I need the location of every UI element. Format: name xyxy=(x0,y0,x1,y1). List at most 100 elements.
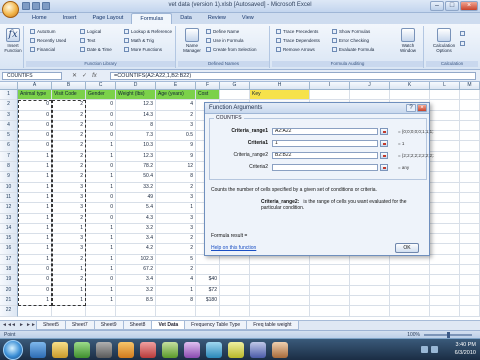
cell[interactable] xyxy=(18,306,52,317)
cell[interactable]: 1 xyxy=(18,182,52,193)
select-all-corner[interactable] xyxy=(0,82,18,90)
cell[interactable] xyxy=(310,254,350,266)
cell[interactable]: 1 xyxy=(18,192,52,204)
sheet-tab[interactable]: Freq table weight xyxy=(246,321,299,330)
row-header[interactable]: 21 xyxy=(0,295,18,307)
app3-icon[interactable] xyxy=(184,342,200,358)
cell[interactable] xyxy=(460,285,480,296)
cell[interactable]: 12.3 xyxy=(116,100,156,111)
cell[interactable] xyxy=(460,254,480,266)
row-header[interactable]: 2 xyxy=(0,100,18,111)
clock[interactable]: 3:40 PM 6/3/2010 xyxy=(455,341,476,357)
column-header-a[interactable]: A xyxy=(18,82,52,90)
cell[interactable]: 1 xyxy=(156,203,196,214)
cell[interactable] xyxy=(460,275,480,286)
name-manager-button[interactable]: Name Manager xyxy=(180,28,204,53)
row-header[interactable]: 15 xyxy=(0,234,18,245)
cell[interactable]: 0 xyxy=(18,110,52,121)
ok-button[interactable]: OK xyxy=(395,243,419,253)
more-functions-button[interactable]: More Functions xyxy=(124,46,162,53)
tab-insert[interactable]: Insert xyxy=(55,13,85,24)
math-trig-button[interactable]: Math & Trig xyxy=(124,37,154,44)
row-header[interactable]: 19 xyxy=(0,275,18,286)
argument-input[interactable]: 1 xyxy=(272,140,378,147)
row-header[interactable]: 13 xyxy=(0,213,18,224)
cell[interactable]: 2 xyxy=(52,213,86,224)
tab-page-layout[interactable]: Page Layout xyxy=(84,13,131,24)
app5-icon[interactable] xyxy=(228,342,244,358)
start-button[interactable] xyxy=(3,340,23,360)
cancel-icon[interactable]: ✕ xyxy=(72,72,77,80)
cell[interactable] xyxy=(310,90,350,101)
cell[interactable]: 1 xyxy=(18,151,52,163)
row-header[interactable]: 20 xyxy=(0,285,18,296)
financial-button[interactable]: Financial xyxy=(30,46,55,53)
app7-icon[interactable] xyxy=(272,342,288,358)
cell[interactable]: 0 xyxy=(18,131,52,142)
column-header-k[interactable]: K xyxy=(390,82,430,90)
cell[interactable]: Age (years) xyxy=(156,90,196,101)
cell[interactable] xyxy=(460,192,480,204)
cell[interactable] xyxy=(430,234,460,245)
cell[interactable] xyxy=(460,244,480,255)
show-formulas-button[interactable]: Show Formulas xyxy=(332,28,370,35)
cell[interactable] xyxy=(460,223,480,235)
cell[interactable] xyxy=(310,306,350,317)
cell[interactable]: 0.5 xyxy=(156,131,196,142)
cell[interactable]: 0 xyxy=(18,141,52,152)
calculate-now-button[interactable] xyxy=(460,30,467,37)
cell[interactable]: 3 xyxy=(52,234,86,245)
volume-icon[interactable] xyxy=(431,346,438,353)
cell[interactable] xyxy=(430,254,460,266)
cell[interactable] xyxy=(460,100,480,111)
cell[interactable]: 1 xyxy=(86,295,116,307)
cell[interactable] xyxy=(250,285,310,296)
row-header[interactable]: 10 xyxy=(0,182,18,193)
messenger-icon[interactable] xyxy=(118,342,134,358)
cell[interactable]: 4.3 xyxy=(116,213,156,224)
sheet-tab[interactable]: Sheet8 xyxy=(122,321,153,330)
tab-data[interactable]: Data xyxy=(172,13,200,24)
last-sheet-icon[interactable]: ►► xyxy=(26,322,36,329)
cell[interactable]: 49 xyxy=(116,192,156,204)
lookup-reference-button[interactable]: Lookup & Reference xyxy=(124,28,172,35)
cell[interactable]: $180 xyxy=(196,295,220,307)
cell[interactable] xyxy=(390,265,430,276)
cell[interactable]: 1 xyxy=(86,182,116,193)
cell[interactable] xyxy=(196,265,220,276)
cell[interactable]: 33.2 xyxy=(116,182,156,193)
cell[interactable] xyxy=(430,90,460,101)
cell[interactable]: $72 xyxy=(196,285,220,296)
create-from-selection-button[interactable]: Create from Selection xyxy=(206,46,257,53)
cell[interactable] xyxy=(430,295,460,307)
close-button[interactable]: × xyxy=(460,1,478,11)
cell[interactable]: 3 xyxy=(156,192,196,204)
app4-icon[interactable] xyxy=(206,342,222,358)
cell[interactable]: 5.4 xyxy=(116,203,156,214)
cell[interactable]: 8 xyxy=(116,120,156,132)
cell[interactable] xyxy=(220,285,250,296)
cell[interactable]: 2 xyxy=(52,151,86,163)
cell[interactable]: $40 xyxy=(196,275,220,286)
cell[interactable]: 0 xyxy=(18,100,52,111)
cell[interactable]: 50.4 xyxy=(116,172,156,183)
cell[interactable] xyxy=(86,306,116,317)
cell[interactable]: 1 xyxy=(86,141,116,152)
cell[interactable] xyxy=(460,172,480,183)
cell[interactable] xyxy=(310,285,350,296)
cell[interactable]: 2 xyxy=(52,100,86,111)
cell[interactable]: 2 xyxy=(52,172,86,183)
cell[interactable]: 3 xyxy=(52,244,86,255)
cell[interactable]: 0 xyxy=(18,120,52,132)
cell[interactable]: 9 xyxy=(156,141,196,152)
cell[interactable] xyxy=(430,162,460,173)
cell[interactable] xyxy=(390,275,430,286)
cell[interactable]: 1 xyxy=(52,265,86,276)
cell[interactable]: 0 xyxy=(86,203,116,214)
cell[interactable]: 1 xyxy=(86,265,116,276)
minimize-button[interactable]: – xyxy=(430,1,444,11)
cell[interactable] xyxy=(310,265,350,276)
cell[interactable]: 2 xyxy=(52,120,86,132)
cell[interactable] xyxy=(390,90,430,101)
cell[interactable] xyxy=(430,120,460,132)
